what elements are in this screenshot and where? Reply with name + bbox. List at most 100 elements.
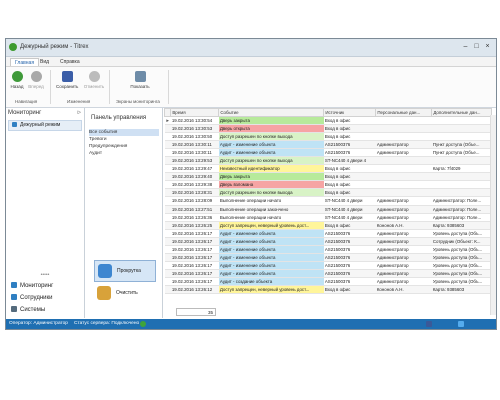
extra-cell: Карта: 9385603	[431, 221, 492, 230]
source-cell: AS21500376	[323, 148, 376, 158]
nav-item-employees[interactable]: Сотрудники	[8, 292, 80, 304]
tab-help[interactable]: Справка	[56, 58, 84, 66]
time-cell: 19.02.2016 13:29:53	[170, 156, 219, 166]
minimize-icon[interactable]: –	[462, 43, 469, 50]
col-source[interactable]: Источник	[323, 108, 377, 117]
personal-cell	[375, 164, 432, 174]
extra-cell	[431, 124, 492, 134]
pane-splitter[interactable]: •••••	[6, 273, 84, 278]
time-cell: 19.02.2016 13:30:50	[170, 132, 219, 142]
source-cell: ST-NC440 4 двери	[323, 196, 376, 206]
show-button[interactable]: Показать	[128, 71, 152, 89]
left-pane-item-duty-mode[interactable]: Дежурный режим	[8, 120, 82, 131]
table-row[interactable]: 19.02.2016 13:28:31 Доступ разрешен по кн…	[164, 188, 492, 198]
source-cell: Вход в офис	[323, 172, 376, 182]
event-cell: Доступ разрешен по кнопке выхода	[218, 132, 324, 142]
source-cell: Вход в офис	[323, 180, 376, 190]
undo-button[interactable]: Отменить	[83, 71, 105, 89]
source-cell: AS21500376	[323, 237, 376, 246]
extra-cell	[431, 132, 492, 142]
table-row[interactable]: ► 19.02.2016 13:30:54 Дверь закрыта Вход в …	[164, 116, 492, 126]
table-row[interactable]: 19.02.2016 13:26:17 Аудит - изменение объ…	[164, 245, 492, 254]
arrow-left-icon	[11, 71, 23, 82]
broom-icon	[97, 286, 111, 300]
save-button[interactable]: Сохранить	[56, 71, 78, 89]
table-row[interactable]: 19.02.2016 13:26:36 Выполнение операции н…	[164, 213, 492, 222]
extra-cell: Уровень доступа (Объ...	[431, 229, 492, 238]
back-button[interactable]: Назад	[8, 71, 26, 89]
filter-all-events[interactable]: Все события	[89, 129, 159, 136]
close-icon[interactable]: ×	[484, 43, 491, 50]
time-cell: 19.02.2016 13:30:53	[170, 124, 219, 134]
personal-cell: Администратор	[375, 196, 432, 206]
time-cell: 19.02.2016 13:29:40	[170, 172, 219, 182]
extra-cell: Карта: 9385603	[431, 285, 492, 295]
table-row[interactable]: 19.02.2016 13:30:11 Аудит - изменение объ…	[164, 140, 492, 150]
personal-cell: Администратор	[375, 237, 432, 246]
undo-icon	[88, 71, 100, 82]
table-row[interactable]: 19.02.2016 13:29:53 Доступ разрешен по кн…	[164, 156, 492, 166]
title-bar: Дежурный режим - Titrex – □ ×	[6, 39, 496, 57]
table-row[interactable]: 19.02.2016 13:29:38 Дверь взломана Вход в …	[164, 180, 492, 190]
table-row[interactable]: 19.02.2016 13:30:11 Аудит - изменение объ…	[164, 148, 492, 158]
vertical-scrollbar[interactable]	[490, 115, 496, 315]
table-row[interactable]: 19.02.2016 13:27:51 Выполнение операции з…	[164, 205, 492, 214]
events-table: Время Событие Источник Персональные дан.…	[163, 108, 493, 295]
nav-item-systems[interactable]: Системы	[8, 304, 80, 316]
event-cell: Доступ запрещен, неверный уровень дост..…	[218, 221, 324, 230]
extra-cell: Администратор: Поле...	[431, 213, 492, 222]
table-row[interactable]: 19.02.2016 13:26:12 Доступ запрещен, неве…	[164, 285, 492, 295]
source-cell: AS21500376	[323, 269, 376, 278]
table-row[interactable]: 19.02.2016 13:26:17 Аудит - изменение объ…	[164, 269, 492, 278]
personal-cell	[375, 188, 432, 198]
filter-alarms[interactable]: Тревоги	[89, 136, 159, 143]
col-personal[interactable]: Персональные дан...	[375, 108, 433, 117]
source-cell: Вход в офис	[323, 285, 376, 295]
col-extra[interactable]: Дополнительные дан...	[431, 108, 493, 117]
personal-cell	[375, 124, 432, 134]
nav-item-monitoring[interactable]: Мониторинг	[8, 280, 80, 292]
ribbon-separator	[50, 70, 51, 104]
extra-cell	[431, 180, 492, 190]
filter-warnings[interactable]: Предупреждения	[89, 143, 159, 150]
source-cell: AS21500376	[323, 253, 376, 262]
filter-audit[interactable]: Аудит	[89, 150, 159, 157]
table-row[interactable]: 19.02.2016 13:30:53 Дверь открыта Вход в о…	[164, 124, 492, 134]
table-row[interactable]: 19.02.2016 13:26:17 Аудит - создание объе…	[164, 277, 492, 286]
table-row[interactable]: 19.02.2016 13:26:17 Аудит - изменение объ…	[164, 237, 492, 246]
table-row[interactable]: 19.02.2016 13:26:17 Аудит - изменение объ…	[164, 253, 492, 262]
personal-cell: Администратор	[375, 140, 432, 150]
personal-cell	[375, 172, 432, 182]
time-cell: 19.02.2016 13:28:09	[170, 196, 219, 206]
play-icon	[98, 264, 112, 278]
event-cell: Неизвестный идентификатор	[218, 164, 324, 174]
users-icon	[11, 294, 17, 301]
twitter-icon[interactable]	[458, 321, 464, 327]
clear-button[interactable]: Очистить	[94, 283, 154, 303]
page-count-field[interactable]: 35	[176, 308, 216, 316]
table-row[interactable]: 19.02.2016 13:26:25 Доступ запрещен, неве…	[164, 221, 492, 230]
tab-view[interactable]: Вид	[36, 58, 53, 66]
left-pane: Мониторинг ᐅ Дежурный режим ••••• Монито…	[6, 108, 85, 318]
table-row[interactable]: 19.02.2016 13:26:17 Аудит - изменение объ…	[164, 229, 492, 238]
table-row[interactable]: 19.02.2016 13:28:09 Выполнение операции н…	[164, 196, 492, 206]
event-cell: Аудит - изменение объекта	[218, 148, 324, 158]
personal-cell: Администратор	[375, 205, 432, 214]
table-row[interactable]: 19.02.2016 13:29:47 Неизвестный идентифик…	[164, 164, 492, 174]
col-time[interactable]: Время	[170, 108, 220, 117]
forward-button[interactable]: Вперед	[27, 71, 45, 89]
time-cell: 19.02.2016 13:30:11	[170, 140, 219, 150]
maximize-icon[interactable]: □	[473, 43, 480, 50]
col-event[interactable]: Событие	[218, 108, 325, 117]
gear-icon	[11, 306, 17, 313]
facebook-icon[interactable]	[426, 321, 432, 327]
time-cell: 19.02.2016 13:26:17	[170, 277, 219, 286]
table-row[interactable]: 19.02.2016 13:29:40 Дверь закрыта Вход в о…	[164, 172, 492, 182]
pin-icon[interactable]: ᐅ	[77, 110, 81, 116]
group-monitoring-screens-label: Экраны мониторинга	[116, 99, 160, 104]
event-cell: Доступ запрещен, неверный уровень дост..…	[218, 285, 324, 295]
table-row[interactable]: 19.02.2016 13:26:17 Аудит - изменение объ…	[164, 261, 492, 270]
table-row[interactable]: 19.02.2016 13:30:50 Доступ разрешен по кн…	[164, 132, 492, 142]
extra-cell	[431, 116, 492, 126]
scroll-button[interactable]: Прокрутка	[94, 260, 156, 282]
